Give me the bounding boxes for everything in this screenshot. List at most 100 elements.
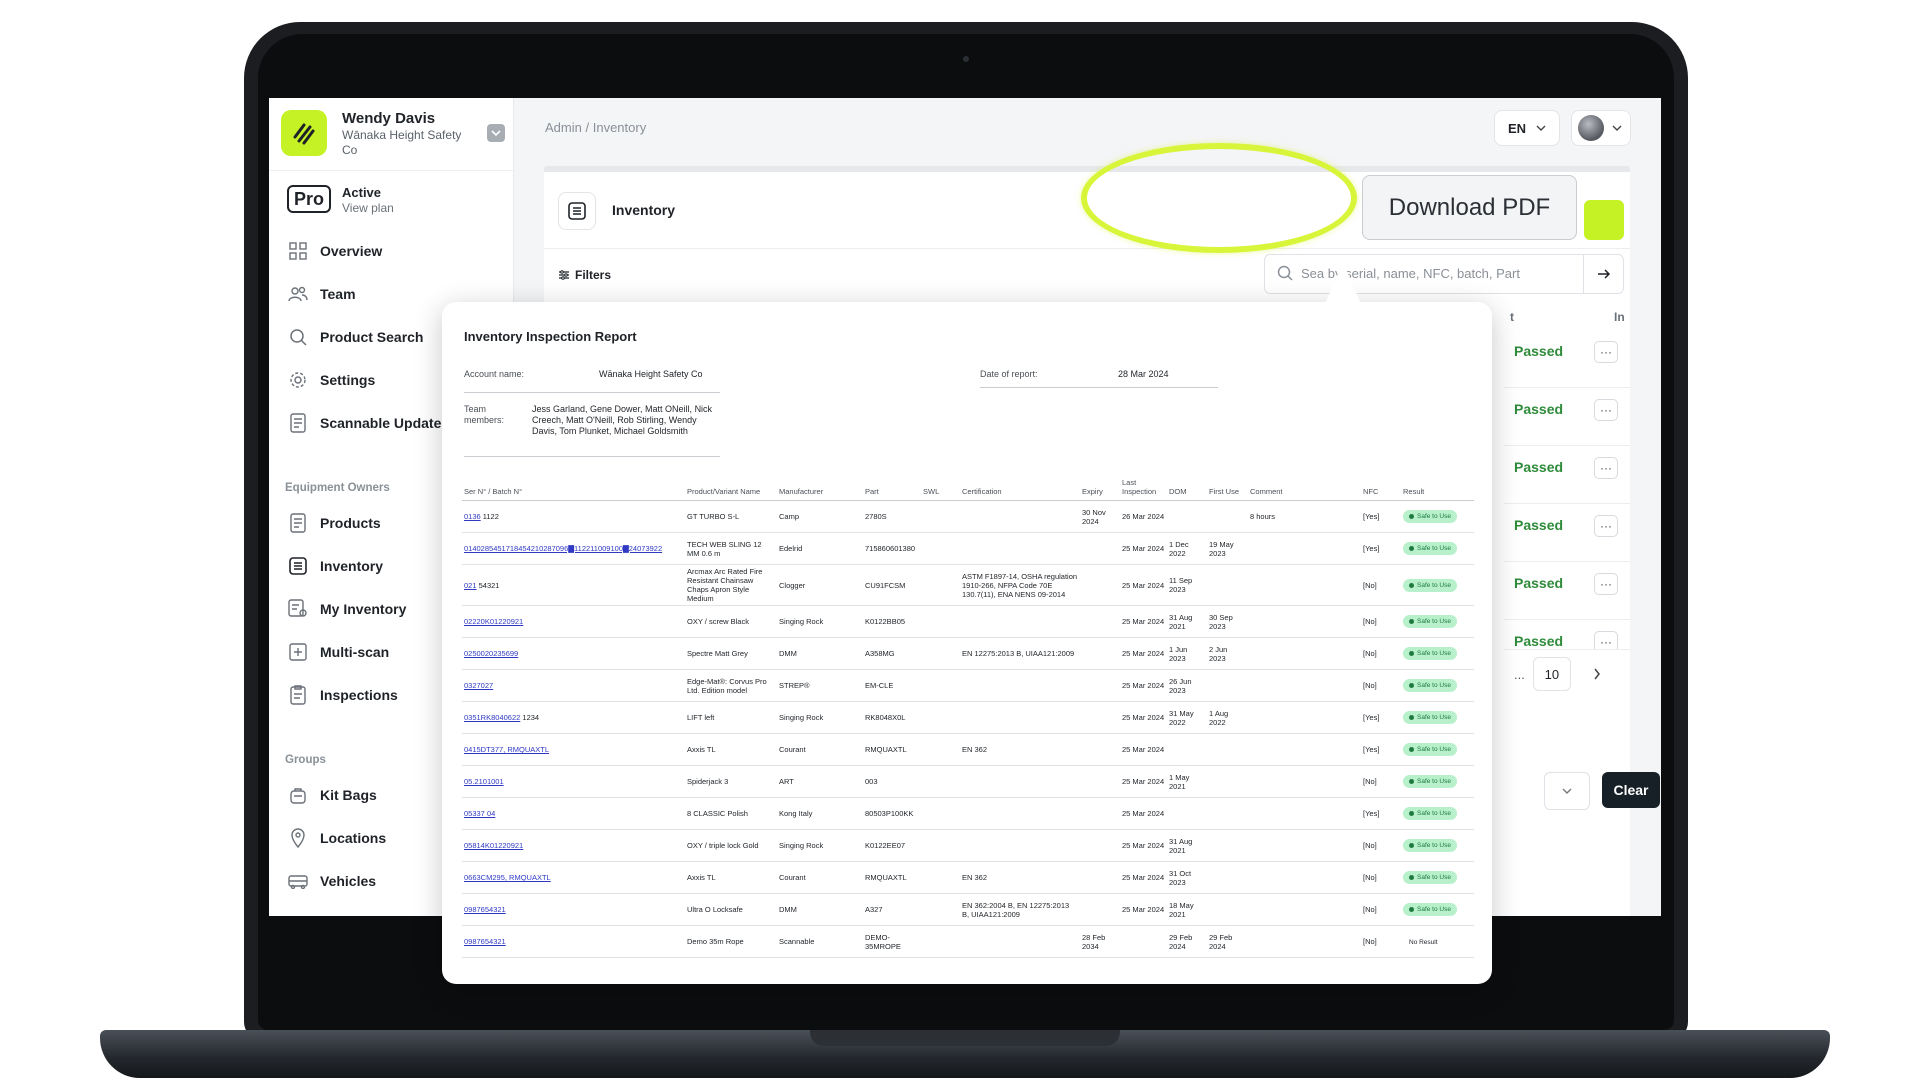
highlight-ring <box>1081 143 1357 253</box>
report-cell-product: Edge-Mat®: Corvus Pro Ltd. Edition model <box>685 669 777 702</box>
report-cell-swl <box>921 605 960 638</box>
result-label: Safe to Use <box>1417 513 1451 520</box>
safe-to-use-badge: Safe to Use <box>1403 647 1457 660</box>
account-dropdown-button[interactable] <box>487 124 505 142</box>
report-cell-part: 2780S <box>863 500 921 533</box>
report-column-header: First Use <box>1207 478 1248 501</box>
report-cell-dom: 31 Aug 2021 <box>1167 605 1207 638</box>
more-actions-button[interactable]: ··· <box>1594 341 1618 363</box>
language-select[interactable]: EN <box>1494 110 1560 146</box>
safe-to-use-badge: Safe to Use <box>1403 807 1457 820</box>
report-cell-first: 30 Sep 2023 <box>1207 605 1248 638</box>
report-cell-comment <box>1248 637 1361 670</box>
report-cell-result: Safe to Use <box>1401 733 1474 766</box>
serial-link[interactable]: 05.2101001 <box>464 777 504 786</box>
serial-link[interactable]: 0140285451718454210287096▇112211009100▇2… <box>464 544 662 553</box>
report-cell-swl <box>921 925 960 958</box>
report-cell-last: 25 Mar 2024 <box>1120 605 1167 638</box>
serial-link[interactable]: 0663CM295, RMQUAXTL <box>464 873 551 882</box>
table-row[interactable]: Passed ··· <box>1504 329 1630 388</box>
report-cell-first <box>1207 733 1248 766</box>
report-cell-first: 19 May 2023 <box>1207 532 1248 565</box>
report-cell-product: OXY / triple lock Gold <box>685 829 777 862</box>
table-row[interactable]: Passed ··· <box>1504 619 1630 650</box>
clear-button[interactable]: Clear <box>1602 772 1660 808</box>
pdf-report-preview: Inventory Inspection Report Account name… <box>442 302 1492 984</box>
serial-link[interactable]: 05337 04 <box>464 809 495 818</box>
report-cell-mfr: Camp <box>777 500 863 533</box>
report-cell-part: A327 <box>863 893 921 926</box>
search-submit-button[interactable] <box>1583 255 1624 293</box>
report-row: 05.2101001 Spiderjack 3 ART 003 25 Mar 2024 1… <box>462 765 1474 798</box>
safe-to-use-badge: Safe to Use <box>1403 615 1457 628</box>
next-page-button[interactable] <box>1579 658 1615 690</box>
report-cell-nfc: [No] <box>1361 925 1401 958</box>
view-plan-link[interactable]: View plan <box>342 201 394 215</box>
report-cell-part: A358MG <box>863 637 921 670</box>
date-value: 28 Mar 2024 <box>1118 369 1169 379</box>
report-row: 05337 04 8 CLASSIC Polish Kong Italy 80503P… <box>462 797 1474 830</box>
account-name-value: Wānaka Height Safety Co <box>599 369 703 379</box>
serial-link[interactable]: 021 <box>464 581 477 590</box>
report-cell-serial: 05.2101001 <box>462 765 685 798</box>
more-actions-button[interactable]: ··· <box>1594 457 1618 479</box>
team-members-label: Team members: <box>464 404 505 425</box>
report-column-header: Part <box>863 478 921 501</box>
report-cell-cert <box>960 765 1080 798</box>
report-cell-product: Spiderjack 3 <box>685 765 777 798</box>
serial-link[interactable]: 0987654321 <box>464 905 506 914</box>
serial-link[interactable]: 05814K01220921 <box>464 841 523 850</box>
accent-button-edge[interactable] <box>1584 200 1624 240</box>
report-cell-first <box>1207 564 1248 606</box>
table-row[interactable]: Passed ··· <box>1504 561 1630 620</box>
serial-link[interactable]: 0250020235699 <box>464 649 518 658</box>
serial-link[interactable]: 0351RK8040622 <box>464 713 520 722</box>
serial-link[interactable]: 0415DT377, RMQUAXTL <box>464 745 549 754</box>
report-row: 0663CM295, RMQUAXTL Axxis TL Courant RMQUAX… <box>462 861 1474 894</box>
sidebar-item-label: Kit Bags <box>320 787 377 803</box>
user-menu[interactable] <box>1571 110 1631 146</box>
serial-link[interactable]: 02220K01220921 <box>464 617 523 626</box>
search-input[interactable]: Sea by serial, name, NFC, batch, Part <box>1264 254 1624 294</box>
more-actions-button[interactable]: ··· <box>1594 515 1618 537</box>
report-column-header: Expiry <box>1080 478 1120 501</box>
report-cell-comment <box>1248 861 1361 894</box>
serial-link[interactable]: 0136 <box>464 512 481 521</box>
table-row[interactable]: Passed ··· <box>1504 387 1630 446</box>
status-dot-icon <box>1409 843 1414 848</box>
page-size-select[interactable] <box>1544 772 1590 810</box>
more-actions-button[interactable]: ··· <box>1594 573 1618 595</box>
report-cell-swl <box>921 669 960 702</box>
report-cell-comment <box>1248 701 1361 734</box>
sidebar-item-overview[interactable]: Overview <box>287 236 507 266</box>
brand-logo[interactable] <box>281 110 327 156</box>
page-button-last[interactable]: 10 <box>1532 657 1571 691</box>
report-cell-swl <box>921 532 960 565</box>
table-row[interactable]: Passed ··· <box>1504 503 1630 562</box>
serial-link[interactable]: 0327027 <box>464 681 493 690</box>
more-actions-button[interactable]: ··· <box>1594 631 1618 649</box>
filters-button[interactable]: Filters <box>550 262 620 288</box>
report-cell-first <box>1207 893 1248 926</box>
report-column-header: NFC <box>1361 478 1401 501</box>
report-column-header: Last Inspection <box>1120 478 1167 501</box>
plan-row[interactable]: Pro Active View plan <box>287 183 507 217</box>
safe-to-use-badge: Safe to Use <box>1403 711 1457 724</box>
report-cell-last: 25 Mar 2024 <box>1120 733 1167 766</box>
report-column-header: DOM <box>1167 478 1207 501</box>
download-pdf-button[interactable]: Download PDF <box>1362 175 1577 240</box>
serial-link[interactable]: 0987654321 <box>464 937 506 946</box>
breadcrumb: Admin / Inventory <box>545 120 646 135</box>
report-cell-expiry <box>1080 861 1120 894</box>
breadcrumb-root[interactable]: Admin <box>545 120 582 135</box>
report-cell-swl <box>921 765 960 798</box>
table-row[interactable]: Passed ··· <box>1504 445 1630 504</box>
grid-icon <box>287 240 309 262</box>
report-cell-swl <box>921 893 960 926</box>
report-row: 05814K01220921 OXY / triple lock Gold Sing… <box>462 829 1474 862</box>
more-actions-button[interactable]: ··· <box>1594 399 1618 421</box>
result-label: Safe to Use <box>1417 778 1451 785</box>
report-cell-result: Safe to Use <box>1401 669 1474 702</box>
report-cell-swl <box>921 861 960 894</box>
result-label: Safe to Use <box>1417 650 1451 657</box>
